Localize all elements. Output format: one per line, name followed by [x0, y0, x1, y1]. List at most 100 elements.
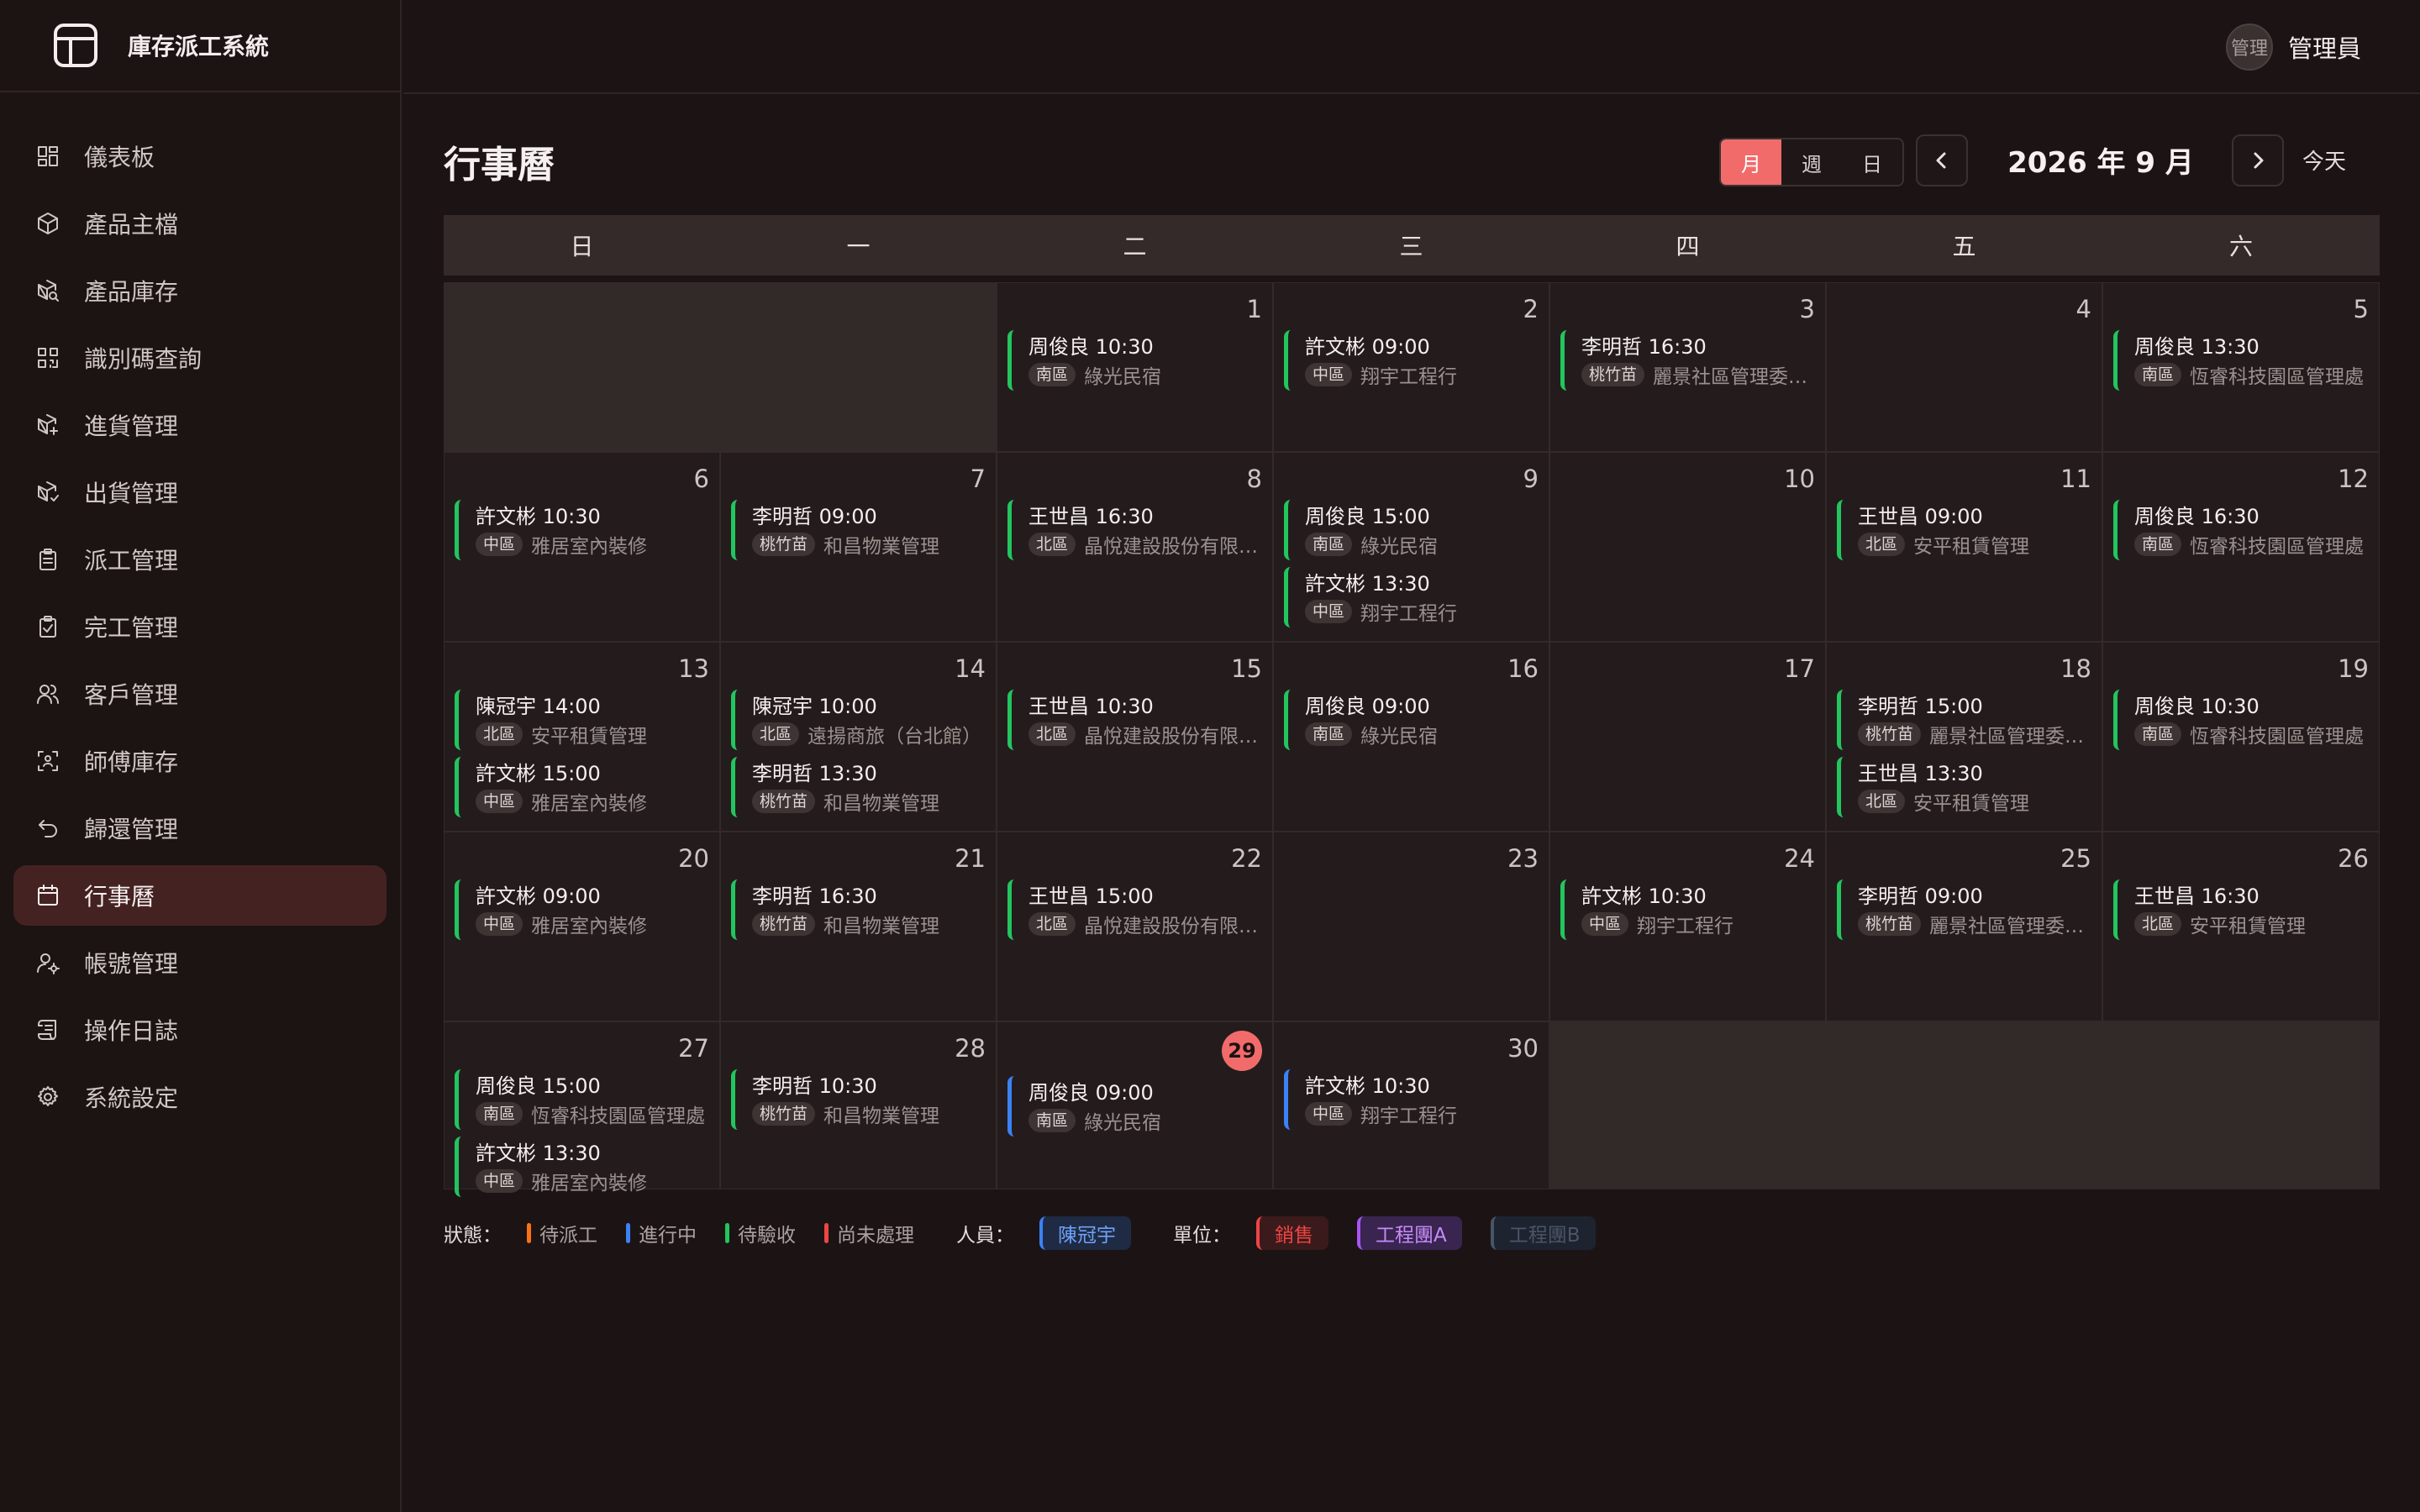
event-item[interactable]: 周俊良 15:00 南區 恆睿科技園區管理處 [455, 1069, 709, 1130]
day-cell[interactable]: 1 周俊良 10:30 南區 綠光民宿 [997, 282, 1273, 452]
day-number: 8 [1246, 465, 1262, 493]
event-item[interactable]: 李明哲 10:30 桃竹苗 和昌物業管理 [731, 1069, 986, 1130]
event-item[interactable]: 許文彬 09:00 中區 翔宇工程行 [1284, 330, 1539, 391]
event-item[interactable]: 李明哲 16:30 桃竹苗 和昌物業管理 [731, 879, 986, 940]
event-item[interactable]: 許文彬 10:30 中區 雅居室內裝修 [455, 500, 709, 560]
day-cell[interactable]: 18 李明哲 15:00 桃竹苗 麗景社區管理委員會 王世昌 13:30 北區 安平租賃管理 [1826, 642, 2102, 832]
sidebar-item-8[interactable]: 完工管理 [13, 596, 387, 657]
event-item[interactable]: 李明哲 15:00 桃竹苗 麗景社區管理委員會 [1837, 690, 2091, 750]
day-cell[interactable]: 29 周俊良 09:00 南區 綠光民宿 [997, 1021, 1273, 1189]
sidebar-item-13[interactable]: 帳號管理 [13, 932, 387, 993]
day-cell[interactable]: 6 許文彬 10:30 中區 雅居室內裝修 [444, 452, 720, 642]
event-item[interactable]: 李明哲 09:00 桃竹苗 麗景社區管理委員會 [1837, 879, 2091, 940]
event-title: 李明哲 15:00 [1858, 695, 1983, 718]
day-cell[interactable]: 9 周俊良 15:00 南區 綠光民宿 許文彬 13:30 中區 翔宇工程行 [1273, 452, 1549, 642]
day-cell[interactable]: 21 李明哲 16:30 桃竹苗 和昌物業管理 [720, 832, 997, 1021]
view-tab-2[interactable]: 週 [1781, 139, 1842, 185]
avatar[interactable]: 管理 [2225, 24, 2273, 71]
day-cell[interactable]: 19 周俊良 10:30 南區 恆睿科技園區管理處 [2102, 642, 2380, 832]
event-detail: 桃竹苗 麗景社區管理委員會 [1858, 720, 2091, 748]
event-customer: 雅居室內裝修 [531, 916, 648, 937]
event-item[interactable]: 陳冠宇 14:00 北區 安平租賃管理 [455, 690, 709, 750]
sidebar-item-11[interactable]: 歸還管理 [13, 798, 387, 858]
event-item[interactable]: 王世昌 15:00 北區 晶悅建設股份有限公司 [1007, 879, 1262, 940]
view-tab-1[interactable]: 月 [1721, 139, 1781, 185]
view-tab-3[interactable]: 日 [1842, 139, 1902, 185]
day-cell[interactable]: 23 [1273, 832, 1549, 1021]
day-cell[interactable]: 26 王世昌 16:30 北區 安平租賃管理 [2102, 832, 2380, 1021]
month-calendar: 日一二三四五六 1 周俊良 10:30 南區 綠光民宿 2 許文彬 09:00 中區 翔宇工程… [444, 215, 2380, 1197]
day-cell[interactable]: 14 陳冠宇 10:00 北區 遠揚商旅（台北館） 李明哲 13:30 桃竹苗 和昌物業管理 [720, 642, 997, 832]
event-item[interactable]: 陳冠宇 10:00 北區 遠揚商旅（台北館） [731, 690, 986, 750]
sidebar-item-1[interactable]: 儀表板 [13, 126, 387, 186]
unit-filter-chip[interactable]: 工程團B [1490, 1216, 1596, 1250]
event-item[interactable]: 李明哲 09:00 桃竹苗 和昌物業管理 [731, 500, 986, 560]
event-item[interactable]: 許文彬 10:30 中區 翔宇工程行 [1560, 879, 1815, 940]
event-item[interactable]: 王世昌 16:30 北區 安平租賃管理 [2113, 879, 2369, 940]
event-item[interactable]: 周俊良 10:30 南區 恆睿科技園區管理處 [2113, 690, 2369, 750]
event-item[interactable]: 王世昌 09:00 北區 安平租賃管理 [1837, 500, 2091, 560]
sidebar-item-10[interactable]: 師傅庫存 [13, 731, 387, 791]
sidebar-item-7[interactable]: 派工管理 [13, 529, 387, 590]
day-cell[interactable]: 22 王世昌 15:00 北區 晶悅建設股份有限公司 [997, 832, 1273, 1021]
event-item[interactable]: 王世昌 10:30 北區 晶悅建設股份有限公司 [1007, 690, 1262, 750]
person-filter-chip[interactable]: 陳冠宇 [1039, 1216, 1131, 1250]
event-item[interactable]: 周俊良 09:00 南區 綠光民宿 [1007, 1076, 1262, 1137]
next-month-button[interactable] [2232, 134, 2284, 186]
unit-filter-chip[interactable]: 銷售 [1256, 1216, 1328, 1250]
event-customer: 恆睿科技園區管理處 [2190, 726, 2365, 748]
day-cell[interactable]: 5 周俊良 13:30 南區 恆睿科技園區管理處 [2102, 282, 2380, 452]
event-item[interactable]: 王世昌 16:30 北區 晶悅建設股份有限公司 [1007, 500, 1262, 560]
day-cell[interactable]: 11 王世昌 09:00 北區 安平租賃管理 [1826, 452, 2102, 642]
event-item[interactable]: 李明哲 16:30 桃竹苗 麗景社區管理委員會 [1560, 330, 1815, 391]
event-item[interactable]: 周俊良 13:30 南區 恆睿科技園區管理處 [2113, 330, 2369, 391]
event-item[interactable]: 許文彬 13:30 中區 翔宇工程行 [1284, 567, 1539, 627]
today-button[interactable]: 今天 [2302, 144, 2346, 176]
day-cell[interactable]: 16 周俊良 09:00 南區 綠光民宿 [1273, 642, 1549, 832]
event-item[interactable]: 許文彬 10:30 中區 翔宇工程行 [1284, 1069, 1539, 1130]
event-item[interactable]: 周俊良 15:00 南區 綠光民宿 [1284, 500, 1539, 560]
day-cell[interactable]: 12 周俊良 16:30 南區 恆睿科技園區管理處 [2102, 452, 2380, 642]
event-item[interactable]: 王世昌 13:30 北區 安平租賃管理 [1837, 757, 2091, 817]
day-cell[interactable]: 8 王世昌 16:30 北區 晶悅建設股份有限公司 [997, 452, 1273, 642]
day-cell[interactable]: 13 陳冠宇 14:00 北區 安平租賃管理 許文彬 15:00 中區 雅居室內裝修 [444, 642, 720, 832]
sidebar-item-2[interactable]: 產品主檔 [13, 193, 387, 254]
sidebar-item-5[interactable]: 進貨管理 [13, 395, 387, 455]
sidebar-item-14[interactable]: 操作日誌 [13, 1000, 387, 1060]
event-item[interactable]: 許文彬 09:00 中區 雅居室內裝修 [455, 879, 709, 940]
sidebar-item-6[interactable]: 出貨管理 [13, 462, 387, 522]
event-title: 周俊良 15:00 [476, 1074, 601, 1098]
day-cell[interactable]: 4 [1826, 282, 2102, 452]
prev-month-button[interactable] [1916, 134, 1968, 186]
sidebar-item-15[interactable]: 系統設定 [13, 1067, 387, 1127]
event-item[interactable]: 許文彬 15:00 中區 雅居室內裝修 [455, 757, 709, 817]
day-cell[interactable]: 7 李明哲 09:00 桃竹苗 和昌物業管理 [720, 452, 997, 642]
day-number: 9 [1523, 465, 1539, 493]
sidebar-item-label: 師傅庫存 [84, 748, 179, 776]
day-cell[interactable]: 28 李明哲 10:30 桃竹苗 和昌物業管理 [720, 1021, 997, 1189]
day-cell[interactable]: 2 許文彬 09:00 中區 翔宇工程行 [1273, 282, 1549, 452]
sidebar-item-9[interactable]: 客戶管理 [13, 664, 387, 724]
event-item[interactable]: 許文彬 13:30 中區 雅居室內裝修 [455, 1137, 709, 1197]
day-cell[interactable]: 24 許文彬 10:30 中區 翔宇工程行 [1549, 832, 1826, 1021]
event-item[interactable]: 李明哲 13:30 桃竹苗 和昌物業管理 [731, 757, 986, 817]
day-cell[interactable]: 20 許文彬 09:00 中區 雅居室內裝修 [444, 832, 720, 1021]
day-cell[interactable]: 17 [1549, 642, 1826, 832]
day-number: 19 [2338, 654, 2369, 683]
day-cell[interactable]: 25 李明哲 09:00 桃竹苗 麗景社區管理委員會 [1826, 832, 2102, 1021]
event-item[interactable]: 周俊良 10:30 南區 綠光民宿 [1007, 330, 1262, 391]
day-cell[interactable]: 15 王世昌 10:30 北區 晶悅建設股份有限公司 [997, 642, 1273, 832]
unit-filter-chip[interactable]: 工程團A [1357, 1216, 1462, 1250]
day-cell[interactable]: 3 李明哲 16:30 桃竹苗 麗景社區管理委員會 [1549, 282, 1826, 452]
sidebar-item-3[interactable]: 產品庫存 [13, 260, 387, 321]
sidebar-item-4[interactable]: 識別碼查詢 [13, 328, 387, 388]
day-cell[interactable]: 10 [1549, 452, 1826, 642]
event-item[interactable]: 周俊良 09:00 南區 綠光民宿 [1284, 690, 1539, 750]
day-cell[interactable]: 27 周俊良 15:00 南區 恆睿科技園區管理處 許文彬 13:30 中區 雅居室內裝修 [444, 1021, 720, 1197]
sidebar-item-12[interactable]: 行事曆 [13, 865, 387, 926]
day-cell[interactable]: 30 許文彬 10:30 中區 翔宇工程行 [1273, 1021, 1549, 1189]
day-number: 13 [678, 654, 709, 683]
event-item[interactable]: 周俊良 16:30 南區 恆睿科技園區管理處 [2113, 500, 2369, 560]
user-menu[interactable]: 管理 管理員 [2225, 24, 2361, 71]
user-name[interactable]: 管理員 [2288, 29, 2361, 65]
